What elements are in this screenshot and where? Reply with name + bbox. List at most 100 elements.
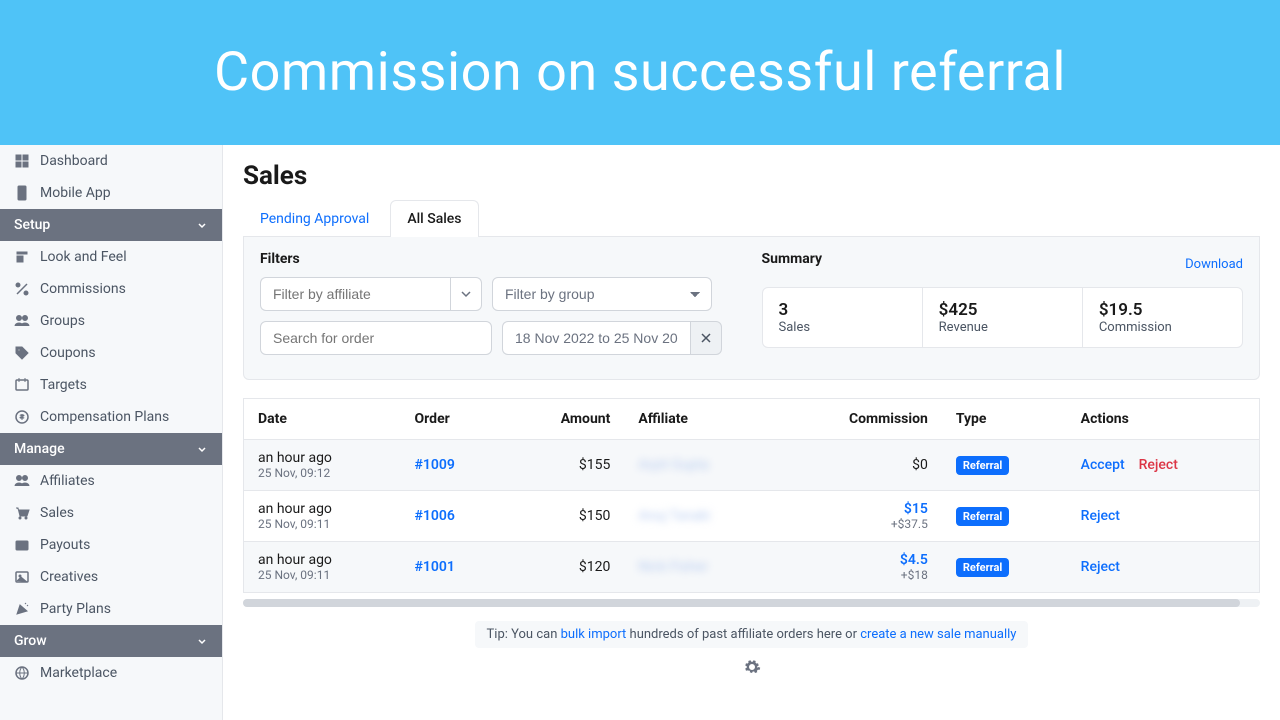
page-title: Sales	[243, 161, 1260, 191]
tag-icon	[14, 345, 30, 361]
sidebar-item-label: Marketplace	[40, 665, 117, 681]
sidebar-item-sales[interactable]: Sales	[0, 497, 222, 529]
col-amount: Amount	[505, 399, 624, 440]
sidebar-item-label: Targets	[40, 377, 87, 393]
group-filter[interactable]: Filter by group	[492, 277, 712, 311]
clear-date-button[interactable]	[690, 321, 722, 355]
sidebar-item-label: Coupons	[40, 345, 96, 361]
card-value: $19.5	[1099, 300, 1226, 320]
order-link[interactable]: #1001	[415, 559, 455, 575]
sidebar-item-groups[interactable]: Groups	[0, 305, 222, 337]
affiliate-name[interactable]: Arpit Gupta	[638, 457, 709, 473]
col-commission: Commission	[778, 399, 942, 440]
sidebar-item-label: Groups	[40, 313, 85, 329]
sidebar-item-label: Affiliates	[40, 473, 95, 489]
grid-icon	[14, 153, 30, 169]
affiliate-name[interactable]: Anuj Tanaki	[638, 508, 710, 524]
summary-card: $425Revenue	[923, 288, 1083, 347]
summary-label: Summary	[762, 251, 823, 267]
affiliate-name[interactable]: Nick Fisher	[638, 559, 708, 575]
globe-icon	[14, 665, 30, 681]
col-order: Order	[401, 399, 506, 440]
date-relative: an hour ago	[258, 552, 387, 568]
sidebar-item-targets[interactable]: Targets	[0, 369, 222, 401]
sales-table: DateOrderAmountAffiliateCommissionTypeAc…	[243, 398, 1260, 593]
sidebar-item-label: Commissions	[40, 281, 126, 297]
percent-icon	[14, 281, 30, 297]
sidebar-item-comp-plans[interactable]: Compensation Plans	[0, 401, 222, 433]
sidebar-item-payouts[interactable]: Payouts	[0, 529, 222, 561]
tabs: Pending ApprovalAll Sales	[243, 199, 1260, 237]
card-label: Commission	[1099, 320, 1226, 335]
wallet-icon	[14, 537, 30, 553]
sidebar-item-dashboard[interactable]: Dashboard	[0, 145, 222, 177]
summary-cards: 3Sales$425Revenue$19.5Commission	[762, 287, 1244, 348]
card-label: Revenue	[939, 320, 1066, 335]
sidebar-section-grow[interactable]: Grow	[0, 625, 222, 657]
amount-cell: $155	[505, 440, 624, 491]
reject-button[interactable]: Reject	[1081, 508, 1120, 524]
affiliate-filter[interactable]	[260, 277, 482, 311]
card-value: 3	[779, 300, 906, 320]
table-row: an hour ago25 Nov, 09:11 #1006 $150 Anuj…	[244, 491, 1260, 542]
sidebar-item-coupons[interactable]: Coupons	[0, 337, 222, 369]
users-icon	[14, 473, 30, 489]
tab-pending[interactable]: Pending Approval	[243, 200, 386, 237]
settings-footer[interactable]	[243, 658, 1260, 680]
chevron-down-icon	[196, 219, 208, 231]
accept-button[interactable]: Accept	[1081, 457, 1125, 473]
filters-label: Filters	[260, 251, 742, 267]
app-shell: Dashboard Mobile App SetupLook and Feel Co…	[0, 145, 1280, 720]
date-absolute: 25 Nov, 09:11	[258, 568, 387, 582]
sidebar-item-look-feel[interactable]: Look and Feel	[0, 241, 222, 273]
chevron-down-icon	[196, 635, 208, 647]
type-badge: Referral	[956, 558, 1009, 577]
amount-cell: $120	[505, 542, 624, 593]
banner-title: Commission on successful referral	[214, 41, 1066, 104]
col-affiliate: Affiliate	[624, 399, 778, 440]
sidebar-item-mobile-app[interactable]: Mobile App	[0, 177, 222, 209]
table-row: an hour ago25 Nov, 09:12 #1009 $155 Arpi…	[244, 440, 1260, 491]
commission-value: $15	[792, 501, 928, 517]
chevron-down-icon	[458, 286, 474, 302]
affiliate-input[interactable]	[260, 277, 450, 311]
sidebar-section-setup[interactable]: Setup	[0, 209, 222, 241]
filters-block: Filters Filter by group	[260, 251, 742, 365]
sidebar-item-label: Mobile App	[40, 185, 111, 201]
sidebar: Dashboard Mobile App SetupLook and Feel Co…	[0, 145, 223, 720]
col-date: Date	[244, 399, 401, 440]
date-absolute: 25 Nov, 09:12	[258, 466, 387, 480]
download-link[interactable]: Download	[1185, 257, 1243, 272]
hero-banner: Commission on successful referral	[0, 0, 1280, 145]
reject-button[interactable]: Reject	[1139, 457, 1178, 473]
commission-value: $0	[792, 457, 928, 473]
sidebar-item-commissions[interactable]: Commissions	[0, 273, 222, 305]
order-link[interactable]: #1006	[415, 508, 455, 524]
design-icon	[14, 249, 30, 265]
reject-button[interactable]: Reject	[1081, 559, 1120, 575]
close-icon	[700, 332, 712, 344]
cart-icon	[14, 505, 30, 521]
sidebar-item-marketplace[interactable]: Marketplace	[0, 657, 222, 689]
sidebar-item-affiliates[interactable]: Affiliates	[0, 465, 222, 497]
bulk-import-link[interactable]: bulk import	[561, 627, 627, 642]
date-range-input[interactable]	[502, 321, 690, 355]
tab-all[interactable]: All Sales	[390, 200, 478, 237]
sidebar-section-manage[interactable]: Manage	[0, 433, 222, 465]
summary-card: $19.5Commission	[1083, 288, 1242, 347]
sidebar-item-label: Party Plans	[40, 601, 111, 617]
affiliate-dropdown-button[interactable]	[450, 277, 482, 311]
col-actions: Actions	[1067, 399, 1260, 440]
image-icon	[14, 569, 30, 585]
sidebar-item-label: Payouts	[40, 537, 90, 553]
date-absolute: 25 Nov, 09:11	[258, 517, 387, 531]
order-search-input[interactable]	[260, 321, 492, 355]
gear-icon	[743, 658, 761, 676]
create-sale-link[interactable]: create a new sale manually	[860, 627, 1016, 642]
sidebar-item-party-plans[interactable]: Party Plans	[0, 593, 222, 625]
order-link[interactable]: #1009	[415, 457, 455, 473]
card-label: Sales	[779, 320, 906, 335]
sidebar-item-creatives[interactable]: Creatives	[0, 561, 222, 593]
date-relative: an hour ago	[258, 450, 387, 466]
horizontal-scrollbar[interactable]	[243, 599, 1260, 607]
